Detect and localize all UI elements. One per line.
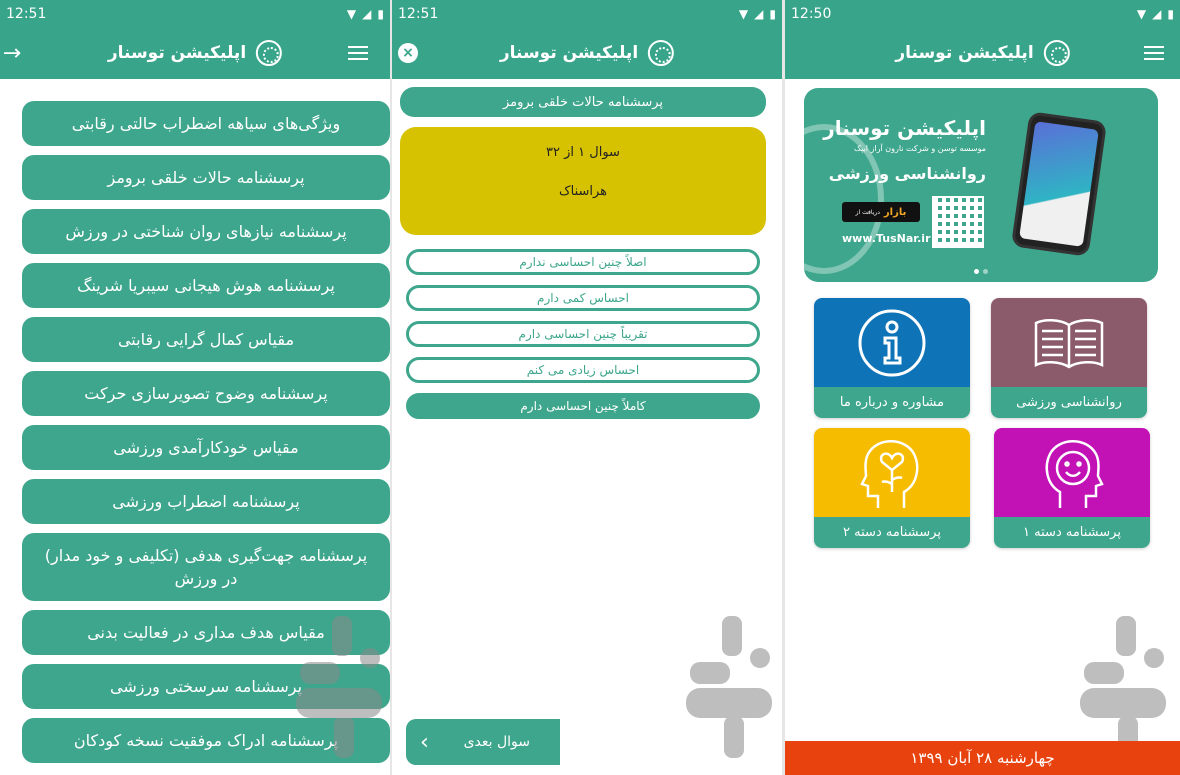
questionnaire-title: پرسشنامه حالات خلقی برومز xyxy=(400,87,766,117)
list-item[interactable]: پرسشنامه هوش هیجانی سیبریا شرینگ xyxy=(22,263,390,308)
carousel-dots xyxy=(974,269,988,274)
status-time: 12:51 xyxy=(398,5,439,22)
promo-banner[interactable]: اپلیکیشن توسنار موسسه توسن و شرکت نارون … xyxy=(804,88,1158,282)
hamburger-icon xyxy=(348,46,368,60)
banner-category: روانشناسی ورزشی xyxy=(828,164,986,183)
tile-sports-psychology[interactable]: روانشناسی ورزشی xyxy=(991,298,1147,418)
qr-code-icon xyxy=(932,196,984,248)
list-item[interactable]: مقیاس خودکارآمدی ورزشی xyxy=(22,425,390,470)
tile-about-us[interactable]: مشاوره و درباره ما xyxy=(814,298,970,418)
wifi-icon: ▼ xyxy=(346,6,357,21)
app-bar: × اپلیکیشن توسنار xyxy=(392,27,782,79)
status-bar: 12:51 ▼ ◢ ▮ xyxy=(392,0,782,27)
app-title: اپلیکیشن توسنار xyxy=(895,40,1070,66)
status-time: 12:50 xyxy=(791,5,832,22)
question-card: سوال ۱ از ۳۲ هراسناک xyxy=(400,127,766,235)
menu-button[interactable] xyxy=(1142,41,1166,65)
question-counter: سوال ۱ از ۳۲ xyxy=(546,145,620,160)
tile-top xyxy=(814,298,970,387)
banner-website: www.TusNar.ir xyxy=(842,232,931,245)
app-bar: → اپلیکیشن توسنار xyxy=(0,27,390,79)
chevron-left-icon: ‹ xyxy=(420,729,429,755)
list-item[interactable]: پرسشنامه نیازهای روان شناختی در ورزش xyxy=(22,209,390,254)
tusnar-logo xyxy=(256,40,283,66)
answer-options: اصلاً چنین احساسی ندارم احساس کمی دارم ت… xyxy=(406,249,760,419)
app-title: اپلیکیشن توسنار xyxy=(499,40,675,66)
store-badge: دریافت از بازار xyxy=(842,202,920,222)
list-item[interactable]: ویژگی‌های سیاهه اضطراب حالتی رقابتی xyxy=(22,101,390,146)
tile-label: پرسشنامه دسته ۱ xyxy=(994,517,1150,548)
app-bar: اپلیکیشن توسنار xyxy=(785,27,1180,79)
list-item[interactable]: پرسشنامه اضطراب ورزشی xyxy=(22,479,390,524)
list-item[interactable]: پرسشنامه حالات خلقی برومز xyxy=(22,155,390,200)
smile-head-icon xyxy=(1045,439,1104,508)
store-name: بازار xyxy=(883,206,907,218)
app-title-text: اپلیکیشن توسنار xyxy=(499,43,639,63)
list-item[interactable]: پرسشنامه جهت‌گیری هدفی (تکلیفی و خود مدا… xyxy=(22,533,390,601)
status-icons: ▼ ◢ ▮ xyxy=(739,7,776,21)
answer-option[interactable]: تقریباً چنین احساسی دارم xyxy=(406,321,760,347)
store-prefix: دریافت از xyxy=(855,208,880,216)
signal-icon: ◢ xyxy=(754,6,764,21)
next-question-label: سوال بعدی xyxy=(463,734,530,750)
tile-questionnaire-group-2[interactable]: پرسشنامه دسته ۲ xyxy=(814,428,970,548)
current-date: چهارشنبه ۲۸ آبان ۱۳۹۹ xyxy=(910,749,1055,767)
battery-icon: ▮ xyxy=(377,6,384,21)
banner-subtitle: موسسه توسن و شرکت نارون آراز ایپک xyxy=(853,144,986,153)
tusnar-logo xyxy=(648,40,675,66)
answer-option[interactable]: اصلاً چنین احساسی ندارم xyxy=(406,249,760,275)
tile-top xyxy=(994,428,1150,517)
signal-icon: ◢ xyxy=(1152,6,1162,21)
answer-option[interactable]: احساس کمی دارم xyxy=(406,285,760,311)
status-time: 12:51 xyxy=(6,5,47,22)
signal-icon: ◢ xyxy=(362,6,372,21)
app-title-text: اپلیکیشن توسنار xyxy=(895,43,1034,63)
tile-label: مشاوره و درباره ما xyxy=(814,387,970,418)
store-watermark-icon xyxy=(296,616,382,758)
battery-icon: ▮ xyxy=(1167,6,1174,21)
banner-title: اپلیکیشن توسنار xyxy=(823,116,986,140)
date-bar: چهارشنبه ۲۸ آبان ۱۳۹۹ xyxy=(785,741,1180,775)
wifi-icon: ▼ xyxy=(1136,6,1147,21)
tile-top xyxy=(991,298,1147,387)
store-watermark-icon xyxy=(686,616,772,758)
status-icons: ▼ ◢ ▮ xyxy=(1137,7,1174,21)
close-icon: × xyxy=(398,43,418,63)
phone-mockup-image xyxy=(1010,111,1108,257)
close-button[interactable]: × xyxy=(396,41,420,65)
info-icon xyxy=(858,309,926,376)
tile-label: روانشناسی ورزشی xyxy=(991,387,1147,418)
book-icon xyxy=(1034,318,1104,369)
tile-top xyxy=(814,428,970,517)
status-icons: ▼ ◢ ▮ xyxy=(347,7,384,21)
answer-option[interactable]: احساس زیادی می کنم xyxy=(406,357,760,383)
next-question-button[interactable]: ‹ سوال بعدی xyxy=(406,719,560,765)
battery-icon: ▮ xyxy=(769,6,776,21)
tile-label: پرسشنامه دسته ۲ xyxy=(814,517,970,548)
app-title-text: اپلیکیشن توسنار xyxy=(107,43,247,63)
app-title: اپلیکیشن توسنار xyxy=(107,40,283,66)
list-item[interactable]: مقیاس کمال گرایی رقابتی xyxy=(22,317,390,362)
store-watermark-icon xyxy=(1080,616,1166,758)
questionnaire-list-screen: 12:51 ▼ ◢ ▮ → اپلیکیشن توسنار ویژگی‌های … xyxy=(0,0,390,775)
question-screen: 12:51 ▼ ◢ ▮ × اپلیکیشن توسنار پرسشنامه ح… xyxy=(392,0,782,775)
hamburger-icon xyxy=(1144,46,1164,60)
list-item[interactable]: پرسشنامه وضوح تصویرسازی حرکت xyxy=(22,371,390,416)
menu-button[interactable] xyxy=(346,41,370,65)
question-text: هراسناک xyxy=(558,184,608,199)
wifi-icon: ▼ xyxy=(738,6,749,21)
tusnar-logo xyxy=(1043,40,1070,66)
plant-head-icon xyxy=(860,439,919,508)
home-screen: 12:50 ▼ ◢ ▮ اپلیکیشن توسنار اپلیکیشن توس… xyxy=(785,0,1180,775)
status-bar: 12:50 ▼ ◢ ▮ xyxy=(785,0,1180,27)
tile-questionnaire-group-1[interactable]: پرسشنامه دسته ۱ xyxy=(994,428,1150,548)
back-arrow-icon[interactable]: → xyxy=(0,41,24,66)
answer-option-selected[interactable]: کاملاً چنین احساسی دارم xyxy=(406,393,760,419)
status-bar: 12:51 ▼ ◢ ▮ xyxy=(0,0,390,27)
